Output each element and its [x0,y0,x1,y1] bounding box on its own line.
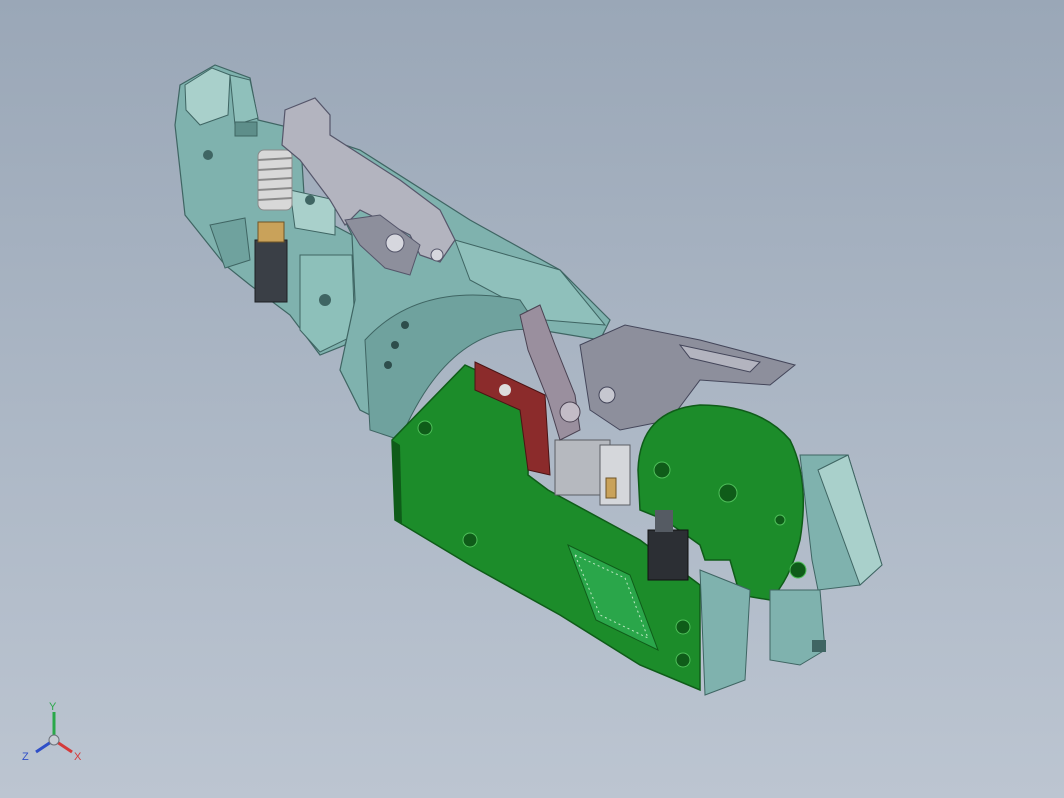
z-axis-label: Z [22,751,29,763]
micro-switch[interactable] [254,221,288,303]
cad-viewport[interactable]: Y X Z [0,0,1064,798]
y-axis-label: Y [49,701,57,713]
3d-model-assembly[interactable] [0,0,1064,798]
spring [257,149,293,211]
x-axis-label: X [74,751,82,763]
coordinate-triad: Y X Z [22,701,82,763]
triad-origin [48,734,60,746]
motor[interactable] [554,439,631,506]
